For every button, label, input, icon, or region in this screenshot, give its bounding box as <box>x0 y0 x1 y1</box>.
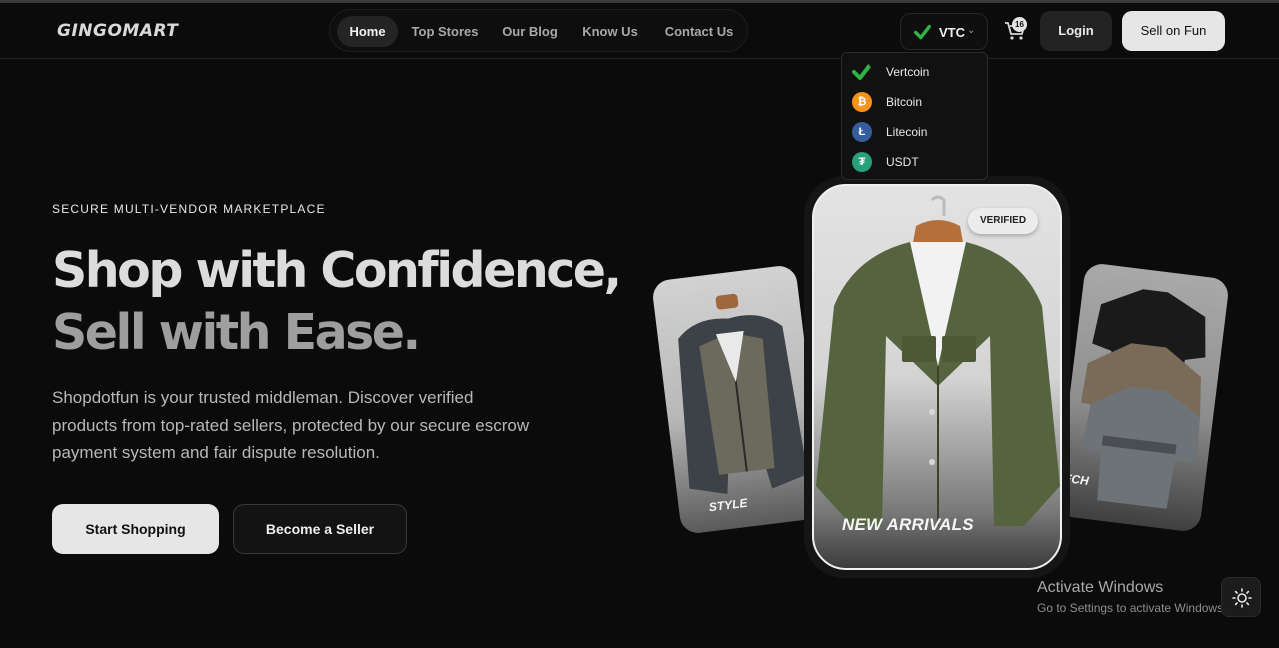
cart-count-badge: 16 <box>1012 17 1027 32</box>
site-logo[interactable]: GINGOMART <box>57 21 178 41</box>
hero-eyebrow: SECURE MULTI-VENDOR MARKETPLACE <box>52 202 326 216</box>
verified-badge: VERIFIED <box>968 208 1038 234</box>
activate-windows-subtitle: Go to Settings to activate Windows. <box>1037 601 1227 615</box>
become-seller-button[interactable]: Become a Seller <box>233 504 407 554</box>
currency-selector[interactable]: VTC ⌄ <box>900 13 988 50</box>
chevron-down-icon: ⌄ <box>967 25 976 36</box>
login-button[interactable]: Login <box>1040 11 1112 51</box>
nav-top-stores[interactable]: Top Stores <box>406 16 484 47</box>
tether-icon: ₮ <box>852 152 872 172</box>
currency-selected-label: VTC <box>939 25 965 40</box>
main-nav: Home Top Stores Our Blog Know Us Contact… <box>329 9 748 52</box>
sun-icon <box>1232 588 1252 608</box>
polo-shirts-image <box>1080 289 1206 509</box>
currency-option-vertcoin[interactable]: Vertcoin <box>852 61 982 83</box>
hero-headline-line2: Sell with Ease. <box>52 304 421 361</box>
hero-description: Shopdotfun is your trusted middleman. Di… <box>52 388 530 462</box>
currency-option-litecoin[interactable]: Ł Litecoin <box>852 121 982 143</box>
bitcoin-icon: ₿ <box>852 92 872 112</box>
currency-option-bitcoin[interactable]: ₿ Bitcoin <box>852 91 982 113</box>
currency-option-label: Vertcoin <box>886 65 930 79</box>
currency-option-label: USDT <box>886 155 919 169</box>
nav-home[interactable]: Home <box>337 16 398 47</box>
currency-option-usdt[interactable]: ₮ USDT <box>852 151 982 173</box>
nav-contact-us[interactable]: Contact Us <box>656 16 742 47</box>
sell-on-fun-button[interactable]: Sell on Fun <box>1122 11 1225 51</box>
nav-know-us[interactable]: Know Us <box>576 16 644 47</box>
style-card[interactable]: STYLE <box>651 264 826 535</box>
site-header: GINGOMART Home Top Stores Our Blog Know … <box>0 3 1279 59</box>
denim-jacket-image <box>678 293 808 495</box>
vertcoin-icon <box>852 63 872 80</box>
green-jacket-image <box>816 195 1060 526</box>
start-shopping-button[interactable]: Start Shopping <box>52 504 219 554</box>
litecoin-icon: Ł <box>852 122 872 142</box>
nav-our-blog[interactable]: Our Blog <box>496 16 564 47</box>
hero-headline-line1: Shop with Confidence, <box>52 242 622 299</box>
currency-option-label: Litecoin <box>886 125 928 139</box>
currency-dropdown: Vertcoin ₿ Bitcoin Ł Litecoin ₮ USDT <box>841 52 988 180</box>
activate-windows-title: Activate Windows <box>1037 579 1164 596</box>
new-arrivals-card[interactable] <box>812 184 1062 570</box>
tech-card[interactable]: ECH <box>1055 262 1230 533</box>
theme-toggle-button[interactable] <box>1221 577 1261 617</box>
currency-option-label: Bitcoin <box>886 95 923 109</box>
check-badge-icon <box>914 24 931 40</box>
new-arrivals-label: NEW ARRIVALS <box>842 515 974 534</box>
